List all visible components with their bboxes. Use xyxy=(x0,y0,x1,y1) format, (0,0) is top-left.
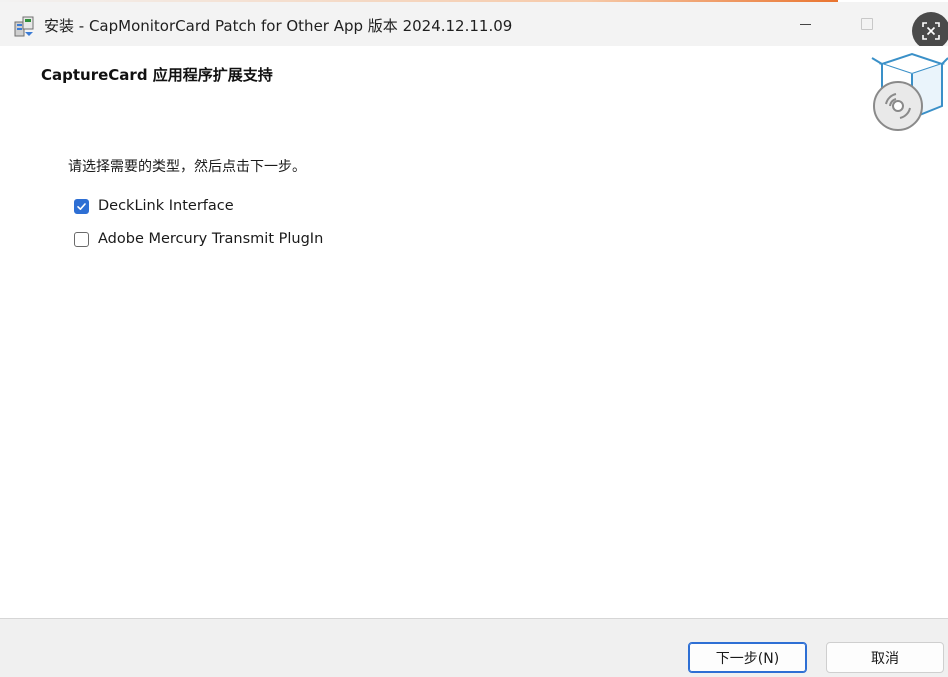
maximize-icon xyxy=(861,18,873,30)
adobe-mercury-label[interactable]: Adobe Mercury Transmit PlugIn xyxy=(98,231,323,247)
page-title: CaptureCard 应用程序扩展支持 xyxy=(41,66,273,84)
next-button[interactable]: 下一步(N) xyxy=(688,642,807,673)
cancel-button[interactable]: 取消 xyxy=(826,642,944,673)
minimize-button[interactable] xyxy=(776,2,834,46)
adobe-mercury-checkbox[interactable] xyxy=(74,231,89,247)
title-bar[interactable]: 安装 - CapMonitorCard Patch for Other App … xyxy=(0,2,948,46)
software-box-disc-icon xyxy=(871,52,948,131)
maximize-button[interactable] xyxy=(838,2,896,46)
installer-window: 安装 - CapMonitorCard Patch for Other App … xyxy=(0,0,948,677)
minimize-icon xyxy=(799,23,811,25)
option-decklink[interactable]: DeckLink Interface xyxy=(74,198,234,214)
option-adobe-mercury[interactable]: Adobe Mercury Transmit PlugIn xyxy=(74,231,323,247)
instruction-text: 请选择需要的类型，然后点击下一步。 xyxy=(68,159,306,175)
screenshot-close-button[interactable] xyxy=(912,12,948,50)
decklink-label[interactable]: DeckLink Interface xyxy=(98,198,234,214)
decklink-checkbox[interactable] xyxy=(74,198,89,214)
wizard-header: CaptureCard 应用程序扩展支持 xyxy=(0,46,948,138)
close-icon xyxy=(922,22,940,40)
installer-app-icon xyxy=(14,16,34,37)
wizard-footer: 下一步(N) 取消 xyxy=(0,618,948,677)
window-title: 安装 - CapMonitorCard Patch for Other App … xyxy=(44,17,513,35)
checkmark-icon xyxy=(77,202,86,210)
